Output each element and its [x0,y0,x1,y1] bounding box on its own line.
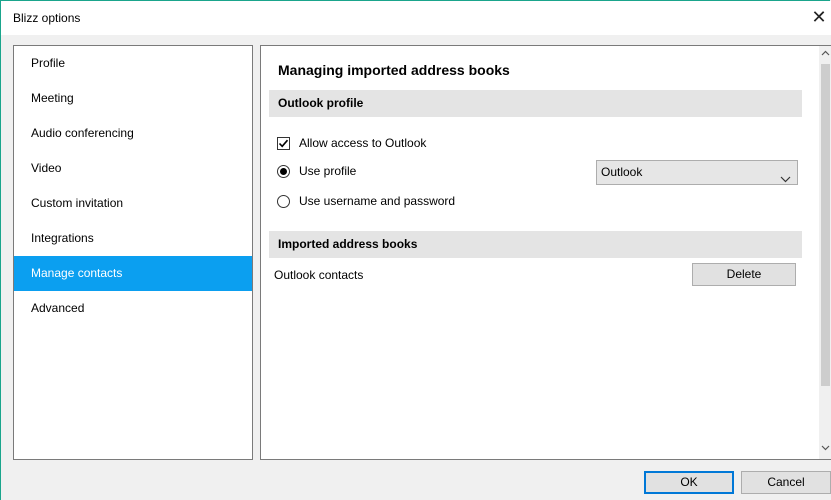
sidebar-item-meeting[interactable]: Meeting [14,81,252,116]
allow-outlook-access-checkbox[interactable]: Allow access to Outlook [277,134,426,152]
settings-panel: Managing imported address books Outlook … [260,45,831,460]
profile-select[interactable]: Outlook [596,160,798,185]
page-title: Managing imported address books [278,62,510,78]
sidebar-item-advanced[interactable]: Advanced [14,291,252,326]
sidebar-item-custom-invitation[interactable]: Custom invitation [14,186,252,221]
radio-selected-icon[interactable] [277,164,290,178]
sidebar-item-audio-conferencing[interactable]: Audio conferencing [14,116,252,151]
title-bar: Blizz options ✕ [1,1,831,35]
radio-unselected-icon[interactable] [277,194,290,208]
cancel-button[interactable]: Cancel [741,471,831,494]
use-profile-label: Use profile [299,164,357,178]
sidebar: Profile Meeting Audio conferencing Video… [13,45,253,460]
section-heading-imported-address-books: Imported address books [269,231,802,258]
use-profile-radio[interactable]: Use profile [277,162,356,180]
sidebar-item-video[interactable]: Video [14,151,252,186]
chevron-down-icon [780,168,791,191]
sidebar-item-profile[interactable]: Profile [14,46,252,81]
sidebar-item-integrations[interactable]: Integrations [14,221,252,256]
address-book-name: Outlook contacts [274,268,364,282]
scrollbar-thumb[interactable] [821,64,830,386]
vertical-scrollbar[interactable] [819,46,831,459]
ok-button[interactable]: OK [644,471,734,494]
window-title: Blizz options [13,11,81,25]
sidebar-item-manage-contacts[interactable]: Manage contacts [14,256,252,291]
scroll-up-icon[interactable] [819,48,831,62]
profile-select-value: Outlook [601,165,643,179]
checkbox-checked-icon[interactable] [277,136,290,150]
list-item: Outlook contacts [274,266,363,284]
section-heading-outlook-profile: Outlook profile [269,90,802,117]
use-credentials-label: Use username and password [299,194,456,208]
delete-button[interactable]: Delete [692,263,796,286]
scroll-down-icon[interactable] [819,443,831,457]
close-icon[interactable]: ✕ [807,7,831,29]
allow-outlook-access-label: Allow access to Outlook [299,136,427,150]
options-window: Blizz options ✕ Profile Meeting Audio co… [0,0,831,500]
use-credentials-radio[interactable]: Use username and password [277,192,455,210]
